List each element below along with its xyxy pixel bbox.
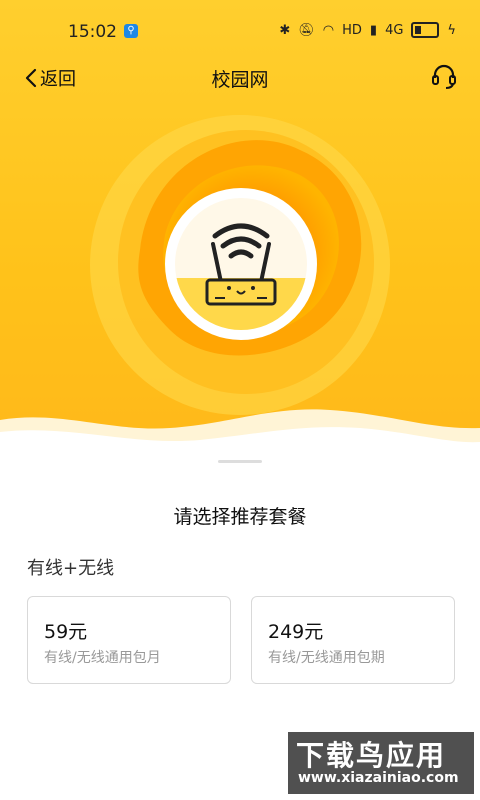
wifi-icon: ◠ [322,22,335,38]
status-icons: ✱ 🔕︎ ◠ HD ▮ 4G ϟ [279,22,456,38]
plan-group-label: 有线+无线 [27,558,115,579]
charging-icon: ϟ [447,22,456,38]
status-bar: 15:02 ⚲ ✱ 🔕︎ ◠ HD ▮ 4G ϟ [0,0,480,62]
plan-price: 249元 [268,621,324,643]
plan-desc: 有线/无线通用包月 [44,650,161,666]
signal-label: 4G [385,22,404,38]
section-title: 请选择推荐套餐 [173,506,307,528]
watermark: 下载鸟应用 www.xiazainiao.com [288,732,474,794]
headset-icon [432,64,456,89]
nav-bar: 返回 校园网 [0,62,480,98]
page-title: 校园网 [211,69,269,91]
signal-icon: ▮ [369,22,378,38]
sheet-drag-handle[interactable] [218,460,262,463]
customer-support-button[interactable] [430,62,458,90]
watermark-title: 下载鸟应用 [296,739,447,772]
usb-icon: ⚲ [124,24,138,38]
plan-card-term[interactable]: 249元 有线/无线通用包期 [251,596,455,684]
network-label: HD [342,22,362,38]
watermark-url: www.xiazainiao.com [298,770,459,786]
battery-icon [411,22,440,38]
wifi-router-icon [175,223,307,330]
plan-card-monthly[interactable]: 59元 有线/无线通用包月 [27,596,231,684]
status-time: 15:02 [68,22,117,42]
mute-icon: 🔕︎ [298,22,315,38]
plan-desc: 有线/无线通用包期 [268,650,385,666]
router-logo-badge [165,188,317,340]
bluetooth-icon: ✱ [279,22,291,38]
plan-price: 59元 [44,621,88,643]
